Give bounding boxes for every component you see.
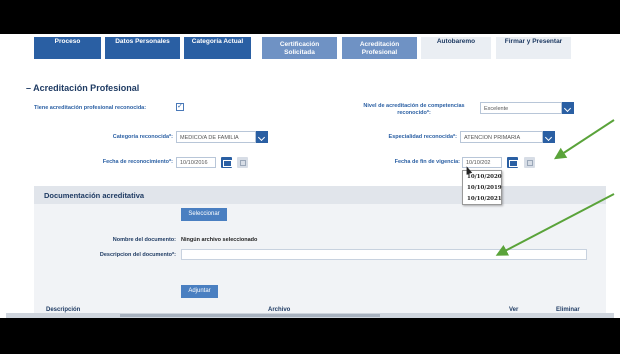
- arrow-to-fecha-fin: [553, 119, 615, 160]
- app-window: Proceso Datos Personales Categoría Actua…: [0, 34, 620, 318]
- arrow-annotation-icon: [495, 119, 615, 256]
- video-letterbox-top: [0, 0, 620, 34]
- arrow-to-descripcion: [495, 193, 615, 256]
- video-letterbox-bottom: [0, 318, 620, 354]
